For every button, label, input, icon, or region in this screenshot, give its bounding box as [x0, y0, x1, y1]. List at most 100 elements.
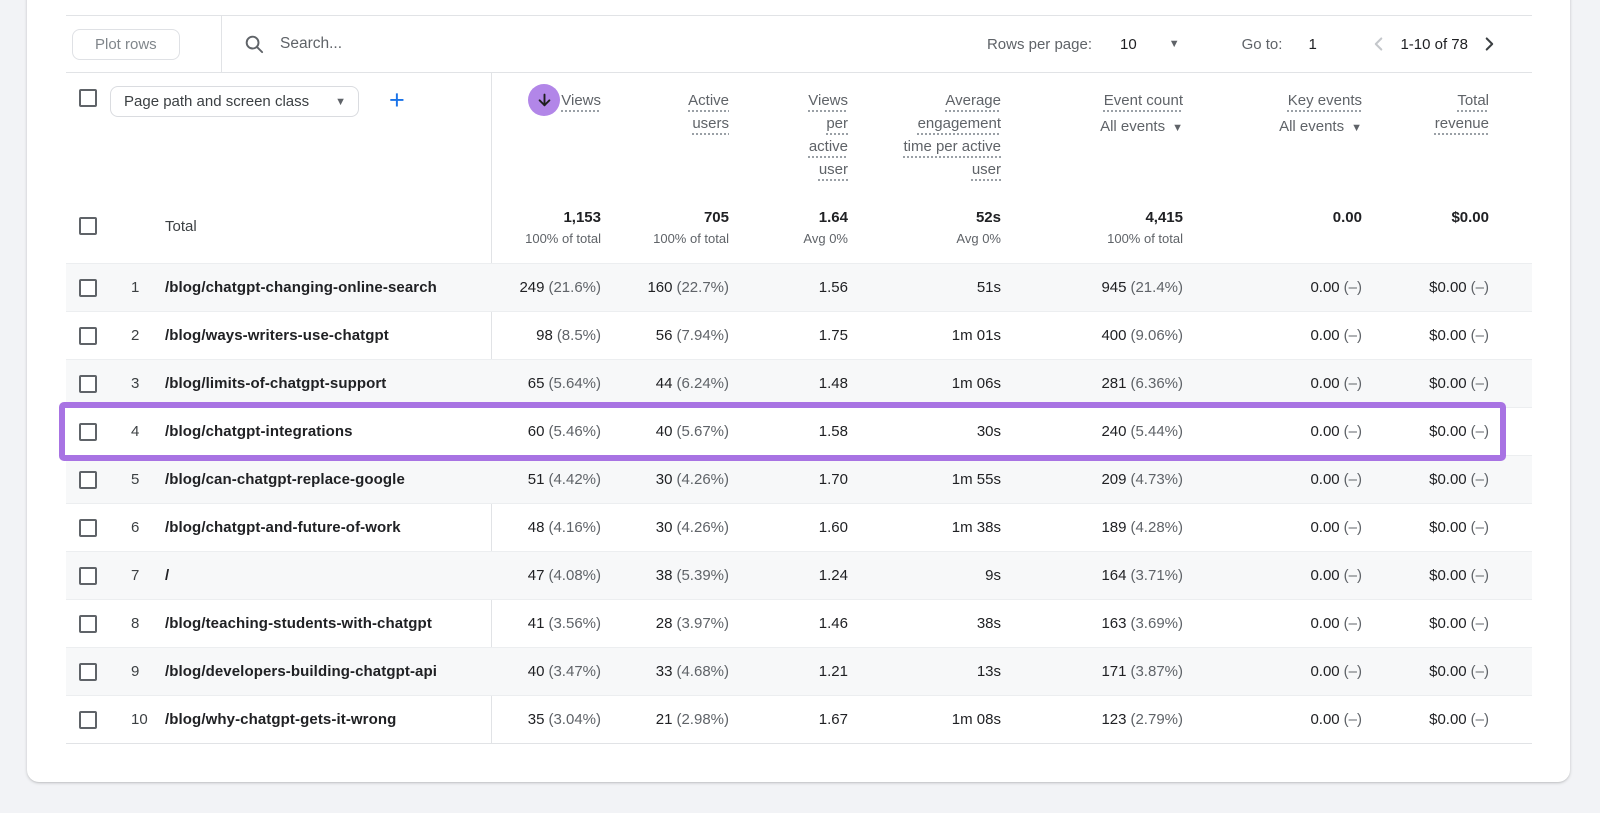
table-row: 10 /blog/why-chatgpt-gets-it-wrong 35(3.… [66, 695, 1532, 743]
totals-views: 1,153100% of total [491, 196, 601, 263]
cell-views-per-user: 1.21 [729, 648, 848, 695]
row-page-path: /blog/can-chatgpt-replace-google [165, 456, 491, 503]
views-header-label[interactable]: Views [561, 89, 601, 112]
table-row: 1 /blog/chatgpt-changing-online-search 2… [66, 263, 1532, 311]
goto-page-input[interactable] [1308, 36, 1338, 53]
cell-engagement-time: 13s [848, 648, 1001, 695]
cell-views-per-user: 1.70 [729, 456, 848, 503]
search-icon [244, 34, 265, 55]
event-count-filter-dropdown[interactable]: All events▼ [1001, 115, 1183, 140]
rows-per-page-caret-icon[interactable]: ▼ [1169, 38, 1180, 50]
row-checkbox[interactable] [79, 471, 97, 489]
cell-key-events: 0.00(–) [1183, 264, 1362, 311]
column-header-views-per-active-user: Views per active user [729, 73, 848, 196]
cell-event-count: 945(21.4%) [1001, 264, 1183, 311]
table-body: 1 /blog/chatgpt-changing-online-search 2… [66, 263, 1532, 743]
row-index: 5 [110, 456, 165, 503]
sort-descending-arrow-icon [535, 91, 554, 110]
row-index: 7 [110, 552, 165, 599]
row-checkbox[interactable] [79, 375, 97, 393]
key-events-header-label[interactable]: Key events [1288, 92, 1362, 109]
table-row: 7 / 47(4.08%) 38(5.39%) 1.24 9s 164(3.71… [66, 551, 1532, 599]
cell-views-per-user: 1.46 [729, 600, 848, 647]
cell-revenue: $0.00(–) [1362, 408, 1532, 455]
cell-views-per-user: 1.58 [729, 408, 848, 455]
cell-engagement-time: 51s [848, 264, 1001, 311]
row-page-path: / [165, 552, 491, 599]
table-row: 8 /blog/teaching-students-with-chatgpt 4… [66, 599, 1532, 647]
row-checkbox[interactable] [79, 615, 97, 633]
cell-engagement-time: 30s [848, 408, 1001, 455]
cell-event-count: 163(3.69%) [1001, 600, 1183, 647]
cell-key-events: 0.00(–) [1183, 552, 1362, 599]
column-header-views: Views [491, 73, 601, 196]
cell-key-events: 0.00(–) [1183, 312, 1362, 359]
row-checkbox-cell [66, 312, 110, 359]
goto-page-label: Go to: [1242, 36, 1283, 53]
select-all-checkbox[interactable] [79, 89, 97, 107]
cell-event-count: 164(3.71%) [1001, 552, 1183, 599]
cell-revenue: $0.00(–) [1362, 696, 1532, 743]
chevron-down-icon: ▼ [1351, 122, 1362, 134]
chevron-down-icon: ▼ [1172, 122, 1183, 134]
totals-checkbox-cell [66, 196, 110, 263]
cell-key-events: 0.00(–) [1183, 360, 1362, 407]
cell-views-per-user: 1.75 [729, 312, 848, 359]
sort-highlight-circle[interactable] [528, 84, 560, 116]
row-checkbox[interactable] [79, 327, 97, 345]
row-checkbox[interactable] [79, 519, 97, 537]
totals-engagement-time: 52sAvg 0% [848, 196, 1001, 263]
views-per-active-user-header-label[interactable]: Views per active user [808, 92, 848, 178]
row-page-path: /blog/why-chatgpt-gets-it-wrong [165, 696, 491, 743]
total-revenue-header-label[interactable]: Total revenue [1435, 92, 1489, 132]
active-users-header-label[interactable]: Active users [688, 92, 729, 132]
cell-event-count: 189(4.28%) [1001, 504, 1183, 551]
cell-active-users: 30(4.26%) [601, 504, 729, 551]
cell-revenue: $0.00(–) [1362, 264, 1532, 311]
row-checkbox[interactable] [79, 279, 97, 297]
cell-key-events: 0.00(–) [1183, 648, 1362, 695]
row-checkbox[interactable] [79, 663, 97, 681]
dimension-selector[interactable]: Page path and screen class ▼ [110, 86, 359, 117]
plot-rows-button[interactable]: Plot rows [72, 29, 180, 60]
row-checkbox[interactable] [79, 711, 97, 729]
cell-engagement-time: 1m 06s [848, 360, 1001, 407]
plot-rows-zone: Plot rows [66, 16, 222, 72]
cell-views: 60(5.46%) [491, 408, 601, 455]
row-index: 9 [110, 648, 165, 695]
rows-per-page-value[interactable]: 10 [1120, 36, 1137, 53]
row-checkbox[interactable] [79, 423, 97, 441]
average-engagement-time-header-label[interactable]: Average engagement time per active user [903, 92, 1001, 178]
key-events-filter-dropdown[interactable]: All events▼ [1183, 115, 1362, 140]
next-page-button[interactable] [1476, 31, 1502, 57]
column-header-average-engagement-time: Average engagement time per active user [848, 73, 1001, 196]
report-table: Plot rows Rows per page: 10 ▼ Go to: 1-1… [66, 15, 1532, 744]
cell-views: 48(4.16%) [491, 504, 601, 551]
row-page-path: /blog/ways-writers-use-chatgpt [165, 312, 491, 359]
rows-per-page-label: Rows per page: [987, 36, 1092, 53]
add-dimension-button[interactable]: + [389, 85, 405, 115]
search-input[interactable] [280, 35, 600, 53]
cell-engagement-time: 38s [848, 600, 1001, 647]
cell-views-per-user: 1.67 [729, 696, 848, 743]
cell-revenue: $0.00(–) [1362, 648, 1532, 695]
cell-engagement-time: 1m 55s [848, 456, 1001, 503]
column-header-active-users: Active users [601, 73, 729, 196]
cell-views: 41(3.56%) [491, 600, 601, 647]
cell-key-events: 0.00(–) [1183, 504, 1362, 551]
header-checkbox-cell [66, 73, 110, 196]
column-header-key-events: Key events All events▼ [1183, 73, 1362, 196]
cell-active-users: 30(4.26%) [601, 456, 729, 503]
cell-views: 47(4.08%) [491, 552, 601, 599]
cell-revenue: $0.00(–) [1362, 552, 1532, 599]
row-index: 2 [110, 312, 165, 359]
cell-event-count: 240(5.44%) [1001, 408, 1183, 455]
cell-views: 65(5.64%) [491, 360, 601, 407]
row-checkbox-cell [66, 696, 110, 743]
row-checkbox[interactable] [79, 567, 97, 585]
previous-page-button[interactable] [1366, 31, 1392, 57]
event-count-header-label[interactable]: Event count [1104, 92, 1183, 109]
totals-checkbox[interactable] [79, 217, 97, 235]
cell-views: 51(4.42%) [491, 456, 601, 503]
cell-key-events: 0.00(–) [1183, 408, 1362, 455]
